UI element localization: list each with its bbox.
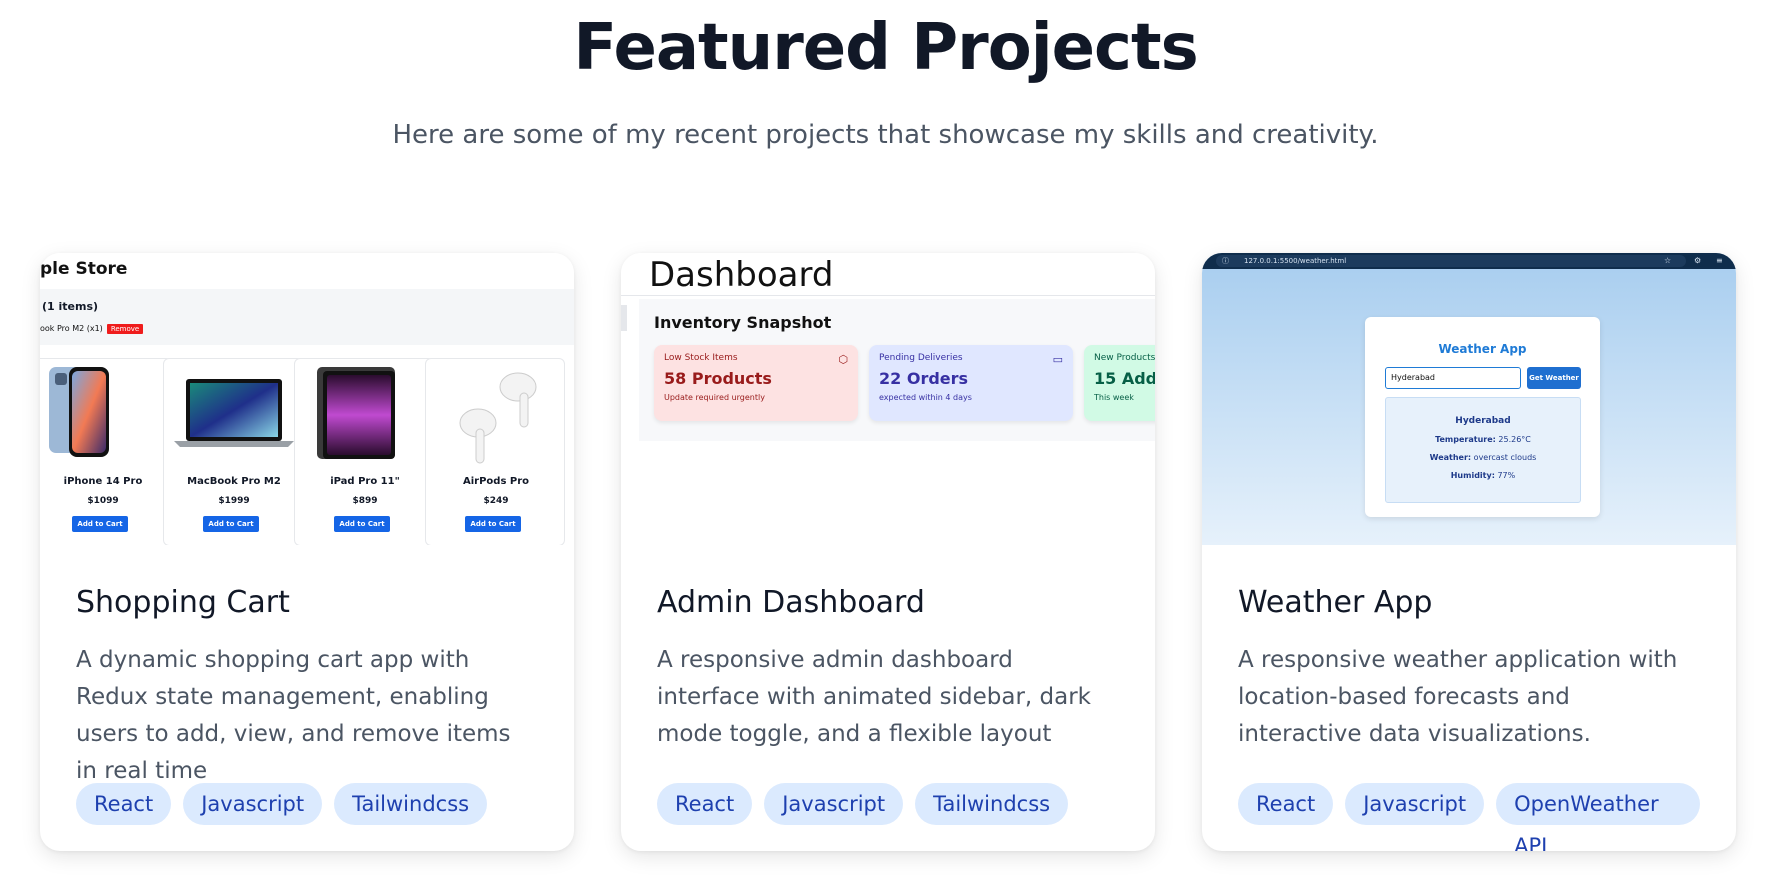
product-name: MacBook Pro M2 (187, 476, 281, 487)
stat-card-new-products: New Products 15 Adde This week (1084, 345, 1155, 421)
tablet-icon (317, 367, 395, 459)
extension-icon: ⚙ (1694, 256, 1702, 265)
add-to-cart-button: Add to Cart (203, 516, 259, 532)
weather-value: overcast clouds (1473, 453, 1537, 462)
project-title: Shopping Cart (76, 585, 290, 620)
stat-label: Low Stock Items (664, 353, 738, 363)
product-card: iPad Pro 11" $899 Add to Cart (294, 358, 434, 545)
stat-label: New Products (1094, 353, 1155, 363)
weather-result: Hyderabad Temperature: 25.26°C Weather: … (1385, 397, 1581, 503)
stat-value: 22 Orders (879, 369, 969, 388)
project-preview-image: Dashboard Inventory Snapshot Low Stock I… (621, 253, 1155, 545)
stat-card-pending-deliveries: Pending Deliveries 22 Orders expected wi… (869, 345, 1073, 421)
stat-value: 58 Products (664, 369, 772, 388)
project-description: A responsive admin dashboard interface w… (657, 647, 1092, 747)
weather-row: Weather: overcast clouds (1386, 453, 1580, 462)
cart-count: (1 items) (42, 300, 99, 313)
product-name: iPad Pro 11" (330, 476, 400, 487)
product-card: iPhone 14 Pro $1099 Add to Cart (40, 358, 172, 545)
truck-icon: ▭ (1052, 353, 1063, 366)
humidity-row: Humidity: 77% (1386, 471, 1580, 480)
humidity-value: 77% (1497, 471, 1516, 480)
weather-app-title: Weather App (1438, 342, 1527, 356)
project-description: A responsive weather application with lo… (1238, 647, 1678, 747)
sidebar-edge (621, 305, 627, 331)
project-card-weather-app[interactable]: 127.0.0.1:5500/weather.html ⓘ ☆ ⚙ ≡ Weat… (1202, 253, 1736, 851)
add-to-cart-button: Add to Cart (334, 516, 390, 532)
phone-icon (49, 367, 109, 457)
tag-javascript: Javascript (183, 783, 323, 825)
temperature-label: Temperature: (1435, 435, 1496, 444)
tag-react: React (76, 783, 172, 825)
section-title: Inventory Snapshot (654, 313, 832, 332)
tag-javascript: Javascript (1345, 783, 1485, 825)
stat-value: 15 Adde (1094, 369, 1155, 388)
tag-list: React Javascript Tailwindcss (76, 783, 538, 825)
laptop-icon (174, 379, 294, 447)
product-price: $1999 (218, 496, 250, 506)
info-icon: ⓘ (1222, 257, 1229, 265)
project-card-admin-dashboard[interactable]: Dashboard Inventory Snapshot Low Stock I… (621, 253, 1155, 851)
stat-card-low-stock: Low Stock Items 58 Products Update requi… (654, 345, 858, 421)
product-card: MacBook Pro M2 $1999 Add to Cart (163, 358, 303, 545)
tag-react: React (657, 783, 753, 825)
project-preview-image: 127.0.0.1:5500/weather.html ⓘ ☆ ⚙ ≡ Weat… (1202, 253, 1736, 545)
stat-label: Pending Deliveries (879, 353, 963, 363)
dashboard-header: Dashboard (649, 255, 834, 295)
project-preview-image: ple Store (1 items) ook Pro M2 (x1) Remov… (40, 253, 574, 545)
store-title: ple Store (40, 259, 128, 279)
product-card: AirPods Pro $249 Add to Cart (425, 358, 565, 545)
cart-line: ook Pro M2 (x1) Remove (40, 324, 144, 334)
page-subtitle: Here are some of my recent projects that… (392, 120, 1379, 150)
stat-note: Update required urgently (664, 393, 765, 402)
cart-summary (40, 289, 574, 345)
menu-icon: ≡ (1716, 256, 1723, 265)
weather-label: Weather: (1429, 453, 1472, 462)
temperature-row: Temperature: 25.26°C (1386, 435, 1580, 444)
tag-tailwindcss: Tailwindcss (915, 783, 1069, 825)
box-icon: ⬡ (838, 353, 848, 366)
project-card-shopping-cart[interactable]: ple Store (1 items) ook Pro M2 (x1) Remov… (40, 253, 574, 851)
tag-list: React Javascript OpenWeather API (1238, 783, 1700, 851)
product-price: $899 (352, 496, 378, 506)
add-to-cart-button: Add to Cart (465, 516, 521, 532)
tag-tailwindcss: Tailwindcss (334, 783, 488, 825)
result-city: Hyderabad (1455, 416, 1511, 426)
humidity-label: Humidity: (1450, 471, 1495, 480)
tag-javascript: Javascript (764, 783, 904, 825)
star-icon: ☆ (1664, 256, 1672, 265)
product-price: $1099 (87, 496, 119, 506)
weather-widget: Weather App Hyderabad Get Weather Hydera… (1365, 317, 1600, 517)
stat-note: This week (1094, 393, 1134, 402)
cart-line-text: ook Pro M2 (x1) (40, 324, 103, 333)
earbuds-icon (459, 372, 537, 464)
tag-react: React (1238, 783, 1334, 825)
product-name: AirPods Pro (462, 476, 530, 487)
project-description: A dynamic shopping cart app with Redux s… (76, 647, 511, 784)
tag-openweather-api: OpenWeather API (1496, 783, 1700, 851)
product-price: $249 (483, 496, 509, 506)
project-title: Admin Dashboard (657, 585, 925, 620)
temperature-value: 25.26°C (1498, 435, 1531, 444)
get-weather-button: Get Weather (1527, 367, 1581, 389)
divider (621, 295, 1155, 296)
tag-list: React Javascript Tailwindcss (657, 783, 1119, 825)
project-title: Weather App (1238, 585, 1433, 620)
browser-bar: 127.0.0.1:5500/weather.html ⓘ ☆ ⚙ ≡ (1202, 253, 1736, 269)
add-to-cart-button: Add to Cart (72, 516, 128, 532)
stat-note: expected within 4 days (879, 393, 972, 402)
remove-button: Remove (106, 324, 144, 334)
page-title: Featured Projects (573, 11, 1198, 85)
product-name: iPhone 14 Pro (63, 476, 143, 487)
city-input: Hyderabad (1385, 367, 1521, 389)
url-bar: 127.0.0.1:5500/weather.html (1216, 255, 1686, 267)
